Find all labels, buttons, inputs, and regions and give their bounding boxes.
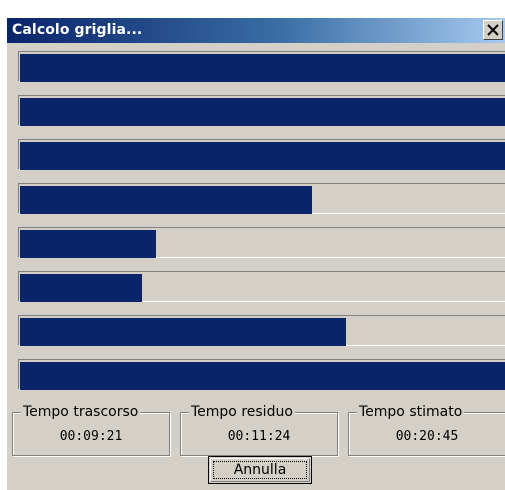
elapsed-time-value: 00:09:21 — [59, 429, 123, 444]
progress-bar — [18, 183, 505, 214]
progress-fill — [20, 98, 505, 126]
estimated-time-group: Tempo stimato 00:20:45 — [348, 404, 505, 456]
elapsed-time-label: Tempo trascorso — [21, 404, 141, 420]
remaining-time-label: Tempo residuo — [189, 404, 295, 420]
progress-bar — [18, 95, 505, 126]
progress-fill — [20, 318, 346, 346]
progress-fill — [20, 362, 505, 390]
progress-bar — [18, 271, 505, 302]
progress-fill — [20, 142, 505, 170]
title-bar[interactable]: Calcolo griglia... — [7, 18, 505, 43]
remaining-time-value: 00:11:24 — [227, 429, 291, 444]
elapsed-time-group: Tempo trascorso 00:09:21 — [12, 404, 170, 456]
progress-bar — [18, 315, 505, 346]
window-title: Calcolo griglia... — [12, 22, 143, 38]
cancel-button[interactable]: Annulla — [208, 456, 312, 484]
estimated-time-label: Tempo stimato — [357, 404, 465, 420]
remaining-time-group: Tempo residuo 00:11:24 — [180, 404, 338, 456]
progress-fill — [20, 186, 312, 214]
close-icon — [487, 24, 499, 36]
cancel-button-label: Annulla — [233, 462, 287, 478]
progress-fill — [20, 54, 505, 82]
progress-dialog: Calcolo griglia... Tempo trascorso 00:09… — [7, 18, 505, 490]
progress-fill — [20, 230, 156, 258]
progress-bar — [18, 139, 505, 170]
estimated-time-value: 00:20:45 — [395, 429, 459, 444]
progress-fill — [20, 274, 142, 302]
progress-bar — [18, 51, 505, 82]
close-button[interactable] — [483, 20, 503, 40]
progress-bar — [18, 359, 505, 390]
progress-bar — [18, 227, 505, 258]
